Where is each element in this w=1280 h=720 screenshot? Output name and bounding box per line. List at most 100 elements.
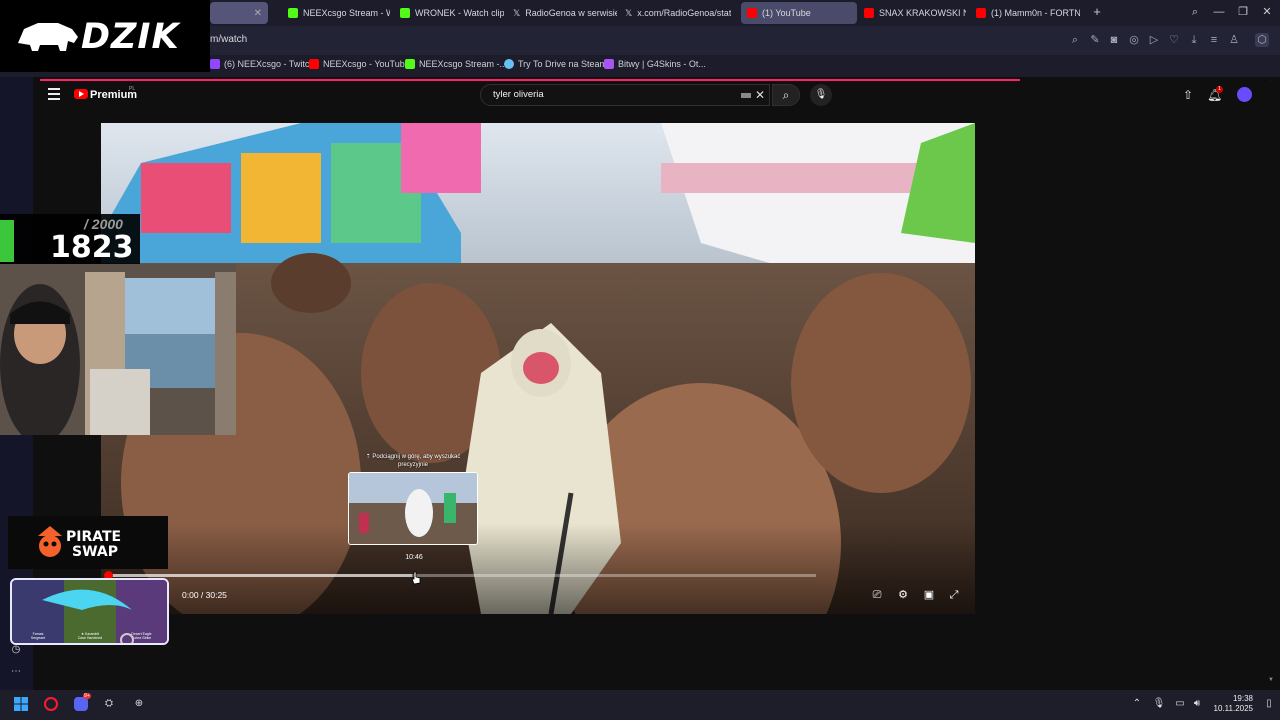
bookmark-g4skins[interactable]: Bitwy | G4Skins - Ot... [604, 59, 706, 69]
webcam-frame [0, 264, 236, 435]
kick-icon [405, 59, 415, 69]
chevron-up-icon[interactable]: ⌃ [1130, 697, 1144, 711]
bookmark-kick[interactable]: NEEXcsgo Stream -... [405, 59, 507, 69]
x-icon: 𝕏 [625, 7, 633, 18]
youtube-icon [864, 8, 874, 18]
tab-youtube-mammon[interactable]: (1) Mamm0n - FORTNITE [970, 2, 1080, 24]
search-button[interactable]: ⌕ [772, 84, 800, 106]
tab-x-radiogenoa[interactable]: 𝕏 RadioGenoa w serwisie X: [507, 2, 617, 24]
search-tabs-icon[interactable]: ⌕ [1186, 4, 1204, 20]
search-icon[interactable]: ⌕ [1068, 33, 1082, 47]
taskbar [0, 690, 1280, 720]
subtitles-icon[interactable]: ⎚ [870, 588, 884, 602]
goal-value: 1823 [50, 230, 134, 265]
tab-label: RadioGenoa w serwisie X: [525, 8, 617, 18]
tab-youtube[interactable]: (1) YouTube [741, 2, 857, 24]
pirate-skull-icon [38, 526, 62, 557]
time-display: 0:00 / 30:25 [182, 590, 227, 600]
play-icon[interactable]: ▷ [1147, 33, 1161, 47]
bookmark-label: Try To Drive na Steam [518, 59, 608, 69]
windows-start-icon[interactable] [14, 697, 28, 711]
opera-icon[interactable] [44, 697, 58, 711]
network-icon[interactable]: ▭ [1173, 697, 1187, 711]
edit-icon[interactable]: ✎ [1088, 33, 1102, 47]
bookmark-label: NEEXcsgo Stream -... [419, 59, 508, 69]
miniplayer-icon[interactable]: ▣ [922, 588, 936, 602]
url-text[interactable]: m/watch [210, 34, 247, 45]
steam-icon[interactable]: ⛭ [102, 697, 116, 711]
bookmark-youtube[interactable]: NEEXcsgo - YouTube [309, 59, 410, 69]
youtube-logo-icon[interactable] [74, 89, 88, 99]
tab-label: (1) YouTube [762, 8, 811, 18]
youtube-icon [309, 59, 319, 69]
profile-icon[interactable]: ♙ [1227, 33, 1241, 47]
bookmark-steam[interactable]: Try To Drive na Steam [504, 59, 607, 69]
bookmark-label: NEEXcsgo - YouTube [323, 59, 410, 69]
scroll-down-icon[interactable]: ▼ [1268, 677, 1274, 683]
logo-text: DZIK [81, 17, 180, 57]
knife-icon [42, 589, 134, 643]
upload-icon[interactable]: ⇧ [1181, 88, 1195, 102]
tab-blank[interactable]: ✕ [210, 2, 268, 24]
boar-icon [18, 23, 78, 51]
bookmark-twitch[interactable]: (6) NEEXcsgo - Twitch [210, 59, 314, 69]
minimize-icon[interactable]: — [1210, 4, 1228, 20]
fullscreen-icon[interactable]: ⤢ [947, 588, 961, 602]
tab-kick-wronek[interactable]: WRONEK - Watch clips on [394, 2, 504, 24]
goal-progress-bar [0, 220, 14, 262]
search-box: ✕ [480, 84, 770, 106]
keyboard-icon[interactable] [741, 93, 751, 98]
region-code: PL [129, 86, 136, 92]
kick-icon [288, 8, 298, 18]
tab-x-status[interactable]: 𝕏 x.com/RadioGenoa/status [619, 2, 731, 24]
faceit-icon[interactable]: ⊕ [132, 697, 146, 711]
seek-hint-text: ⇡ Podciągnij w górę, aby wyszukać precyz… [365, 454, 461, 468]
download-icon[interactable]: ⤓ [1187, 33, 1201, 47]
microphone-icon[interactable]: 🎙︎ [1152, 697, 1166, 711]
heart-icon[interactable]: ♡ [1167, 33, 1181, 47]
windows-logo [14, 697, 28, 711]
tab-kick-neexcsgo[interactable]: NEEXcsgo Stream - Watch [282, 2, 390, 24]
speaker-icon [747, 8, 757, 18]
controls-gradient [101, 523, 975, 614]
seek-preview-time: 10:46 [405, 554, 423, 561]
history-icon[interactable]: ◷ [9, 643, 23, 657]
notification-badge: 1 [1216, 86, 1223, 93]
close-icon[interactable]: ✕ [254, 8, 262, 19]
avatar[interactable] [1237, 87, 1252, 102]
tab-label: WRONEK - Watch clips on [415, 8, 504, 18]
voice-search-button[interactable]: 🎙︎ [810, 84, 832, 106]
close-window-icon[interactable]: ✕ [1258, 4, 1276, 20]
bookmark-label: Bitwy | G4Skins - Ot... [618, 59, 706, 69]
tab-youtube-snax[interactable]: SNAX KRAKOWSKI NOŻO [858, 2, 966, 24]
new-tab-icon[interactable]: + [1090, 5, 1104, 19]
search-input[interactable] [493, 89, 723, 100]
tab-label: NEEXcsgo Stream - Watch [303, 8, 390, 18]
clear-search-icon[interactable]: ✕ [755, 88, 765, 102]
skins-showcase: Famas Sergeant ★ Karambit Case Hardened De… [10, 578, 169, 645]
x-icon: 𝕏 [513, 7, 521, 18]
twitch-icon [210, 59, 220, 69]
tab-label: (1) Mamm0n - FORTNITE [991, 8, 1080, 18]
shield-icon[interactable]: ◎ [1127, 33, 1141, 47]
notification-icon[interactable]: ▯ [1262, 697, 1276, 711]
hamburger-menu-icon[interactable] [48, 88, 60, 100]
progress-bar[interactable] [108, 574, 816, 577]
maximize-icon[interactable]: ❐ [1234, 4, 1252, 20]
settings-gear-icon[interactable]: ⚙ [896, 588, 910, 602]
extensions-icon[interactable]: ⬡ [1255, 33, 1269, 47]
discord-badge: 9+ [83, 693, 91, 699]
discord-icon[interactable] [74, 697, 88, 711]
dzik-logo: DZIK [0, 0, 210, 72]
camera-icon[interactable]: ◙ [1107, 33, 1121, 47]
clock[interactable]: 19:38 10.11.2025 [1205, 694, 1253, 714]
steam-icon [504, 59, 514, 69]
tab-label: SNAX KRAKOWSKI NOŻO [879, 8, 966, 18]
clock-time: 19:38 [1232, 694, 1253, 703]
kick-icon [400, 8, 410, 18]
volume-icon[interactable]: 🔊︎ [1190, 697, 1204, 711]
g4skins-icon [604, 59, 614, 69]
more-icon[interactable]: ⋯ [9, 665, 23, 679]
tab-label: x.com/RadioGenoa/status [637, 8, 731, 18]
menu-icon[interactable]: ≡ [1207, 33, 1221, 47]
